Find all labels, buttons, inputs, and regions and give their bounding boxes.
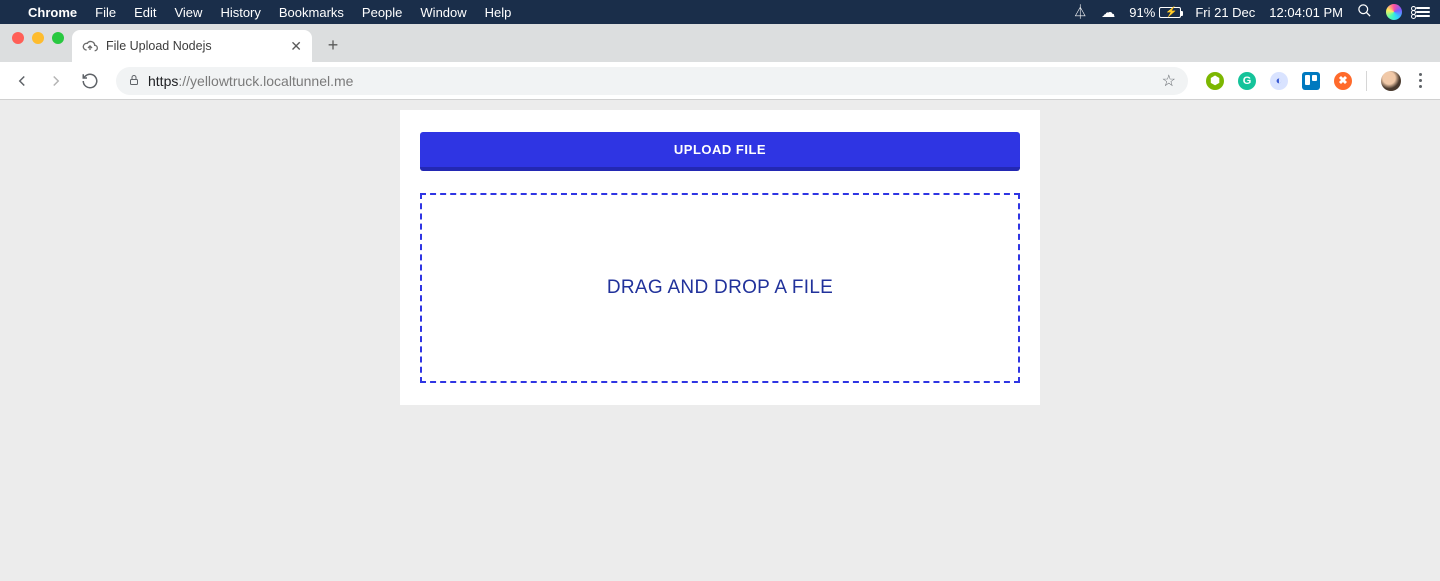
url-scheme: https xyxy=(148,73,178,89)
extensions-row: ⬢ G ◐ ✖ xyxy=(1200,71,1432,91)
attachment-icon[interactable]: ⏃ xyxy=(1073,2,1087,22)
menu-bookmarks[interactable]: Bookmarks xyxy=(279,5,344,20)
profile-avatar[interactable] xyxy=(1381,71,1401,91)
menu-people[interactable]: People xyxy=(362,5,402,20)
macos-menubar: Chrome File Edit View History Bookmarks … xyxy=(0,0,1440,24)
extension-trello-icon[interactable] xyxy=(1302,72,1320,90)
window-close-button[interactable] xyxy=(12,32,24,44)
tab-favicon-cloud-upload-icon xyxy=(82,38,98,54)
menu-edit[interactable]: Edit xyxy=(134,5,156,20)
address-bar[interactable]: https://yellowtruck.localtunnel.me ☆ xyxy=(116,67,1188,95)
menu-file[interactable]: File xyxy=(95,5,116,20)
forward-button[interactable] xyxy=(42,67,70,95)
upload-file-button[interactable]: UPLOAD FILE xyxy=(420,132,1020,171)
menubar-app-name[interactable]: Chrome xyxy=(28,5,77,20)
battery-percent: 91% xyxy=(1129,5,1155,20)
reload-button[interactable] xyxy=(76,67,104,95)
new-tab-button[interactable]: + xyxy=(318,30,348,60)
cloud-icon[interactable]: ☁ xyxy=(1101,4,1115,21)
tab-title: File Upload Nodejs xyxy=(106,39,212,53)
window-fullscreen-button[interactable] xyxy=(52,32,64,44)
url-host: ://yellowtruck.localtunnel.me xyxy=(178,73,353,89)
url-text: https://yellowtruck.localtunnel.me xyxy=(148,73,353,89)
chrome-toolbar: https://yellowtruck.localtunnel.me ☆ ⬢ G… xyxy=(0,62,1440,100)
window-controls xyxy=(10,32,72,54)
spotlight-search-icon[interactable] xyxy=(1357,3,1372,21)
browser-tab[interactable]: File Upload Nodejs ✕ xyxy=(72,30,312,62)
menubar-date[interactable]: Fri 21 Dec xyxy=(1195,5,1255,20)
menu-help[interactable]: Help xyxy=(485,5,512,20)
bookmark-star-icon[interactable]: ☆ xyxy=(1162,71,1176,91)
chrome-menu-button[interactable] xyxy=(1415,73,1426,88)
menu-window[interactable]: Window xyxy=(420,5,466,20)
battery-status[interactable]: 91% ⚡ xyxy=(1129,5,1181,20)
menubar-time[interactable]: 12:04:01 PM xyxy=(1269,5,1343,20)
back-button[interactable] xyxy=(8,67,36,95)
siri-icon[interactable] xyxy=(1386,4,1402,20)
chrome-tabstrip: File Upload Nodejs ✕ + xyxy=(0,24,1440,62)
extension-grammarly-icon[interactable]: G xyxy=(1238,72,1256,90)
extension-circle-icon[interactable]: ◐ xyxy=(1270,72,1288,90)
menu-history[interactable]: History xyxy=(220,5,260,20)
page-viewport: UPLOAD FILE DRAG AND DROP A FILE xyxy=(0,100,1440,405)
tab-close-button[interactable]: ✕ xyxy=(290,38,302,55)
notification-center-icon[interactable] xyxy=(1416,7,1430,17)
menu-view[interactable]: View xyxy=(174,5,202,20)
dropzone-label: DRAG AND DROP A FILE xyxy=(607,277,833,299)
battery-icon: ⚡ xyxy=(1159,7,1181,18)
upload-card: UPLOAD FILE DRAG AND DROP A FILE xyxy=(400,110,1040,405)
extension-nodejs-icon[interactable]: ⬢ xyxy=(1206,72,1224,90)
file-dropzone[interactable]: DRAG AND DROP A FILE xyxy=(420,193,1020,383)
extension-orange-icon[interactable]: ✖ xyxy=(1334,72,1352,90)
toolbar-divider xyxy=(1366,71,1367,91)
lock-icon xyxy=(128,73,140,89)
window-minimize-button[interactable] xyxy=(32,32,44,44)
